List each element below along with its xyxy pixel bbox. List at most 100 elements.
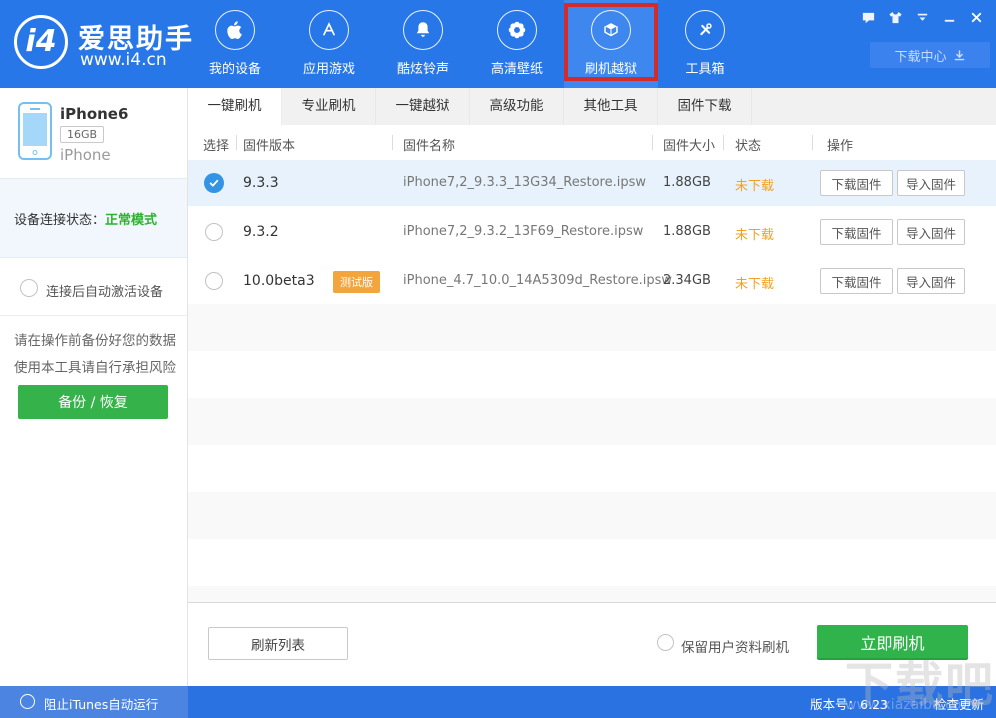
firmware-row[interactable]: 10.0beta3 测试版 iPhone_4.7_10.0_14A5309d_R…	[188, 258, 996, 304]
warning-line-1: 请在操作前备份好您的数据	[14, 333, 176, 349]
main-content: 一键刷机 专业刷机 一键越狱 高级功能 其他工具 固件下载 选择 固件版本 固件…	[188, 88, 996, 686]
nav-label: 应用游戏	[302, 62, 355, 77]
beta-badge: 测试版	[333, 271, 380, 293]
col-size: 固件大小	[663, 139, 716, 154]
iphone-device-icon	[18, 102, 52, 160]
table-footer: 刷新列表 保留用户资料刷机 立即刷机	[188, 603, 996, 686]
select-radio[interactable]	[205, 223, 223, 241]
flash-now-button[interactable]: 立即刷机	[817, 625, 968, 660]
firmware-status: 未下载	[735, 228, 775, 243]
import-firmware-button[interactable]: 导入固件	[897, 219, 965, 245]
keep-user-data-radio[interactable]	[657, 634, 674, 651]
nav-item-apps-games[interactable]: 应用游戏	[282, 0, 376, 88]
auto-activate-label: 连接后自动激活设备	[46, 285, 164, 300]
main-nav: 我的设备 应用游戏 酷炫铃声 高清壁纸 刷机越狱 工具箱	[188, 0, 752, 88]
collapse-menu-icon[interactable]	[912, 8, 932, 26]
import-firmware-button[interactable]: 导入固件	[897, 170, 965, 196]
auto-activate-radio[interactable]	[20, 279, 38, 297]
firmware-row[interactable]: 9.3.2 iPhone7,2_9.3.2_13F69_Restore.ipsw…	[188, 209, 996, 255]
firmware-version: 9.3.3	[243, 175, 279, 191]
check-icon	[209, 179, 219, 187]
firmware-version: 10.0beta3	[243, 273, 315, 289]
i4-logo-icon: i4	[14, 15, 68, 69]
firmware-filename: iPhone7,2_9.3.3_13G34_Restore.ipsw	[403, 175, 647, 190]
version-label: 版本号：6.23	[810, 697, 888, 712]
firmware-size: 2.34GB	[663, 273, 711, 288]
download-icon	[954, 49, 964, 60]
nav-item-toolbox[interactable]: 工具箱	[658, 0, 752, 88]
nav-item-wallpapers[interactable]: 高清壁纸	[470, 0, 564, 88]
wallpaper-icon	[497, 10, 537, 50]
tab-other-tools[interactable]: 其他工具	[564, 88, 658, 125]
flash-tabs: 一键刷机 专业刷机 一键越狱 高级功能 其他工具 固件下载	[188, 88, 996, 125]
select-radio[interactable]	[205, 272, 223, 290]
firmware-table-header: 选择 固件版本 固件名称 固件大小 状态 操作	[188, 125, 996, 160]
firmware-size: 1.88GB	[663, 224, 711, 239]
selected-radio-checked[interactable]	[204, 173, 224, 193]
auto-activate-option[interactable]: 连接后自动激活设备	[0, 259, 187, 316]
warning-line-2: 使用本工具请自行承担风险	[14, 360, 176, 376]
download-firmware-button[interactable]: 下载固件	[820, 268, 893, 294]
tab-pro-flash[interactable]: 专业刷机	[282, 88, 376, 125]
connection-status-section: 设备连接状态： 正常模式	[0, 178, 187, 258]
apple-icon	[215, 10, 255, 50]
backup-warning-text: 请在操作前备份好您的数据 使用本工具请自行承担风险	[14, 328, 176, 382]
import-firmware-button[interactable]: 导入固件	[897, 268, 965, 294]
col-select: 选择	[203, 139, 230, 154]
nav-label: 刷机越狱	[584, 62, 637, 77]
tab-one-key-jailbreak[interactable]: 一键越狱	[376, 88, 470, 125]
col-status: 状态	[735, 139, 762, 154]
nav-label: 酷炫铃声	[396, 62, 449, 77]
device-card: iPhone6 16GB iPhone	[0, 88, 187, 178]
appstore-icon	[309, 10, 349, 50]
app-window: i4 爱思助手 www.i4.cn 我的设备 应用游戏 酷炫铃声 高清壁纸 刷机…	[0, 0, 996, 718]
tab-firmware-download[interactable]: 固件下载	[658, 88, 752, 125]
download-center-button[interactable]: 下载中心	[870, 42, 990, 68]
check-update-link[interactable]: 检查更新	[934, 694, 984, 713]
device-type: iPhone	[60, 146, 111, 164]
firmware-status: 未下载	[735, 277, 775, 292]
nav-label: 我的设备	[208, 62, 261, 77]
connection-status-value: 正常模式	[105, 212, 158, 228]
bell-icon	[403, 10, 443, 50]
firmware-size: 1.88GB	[663, 175, 711, 190]
nav-item-my-device[interactable]: 我的设备	[188, 0, 282, 88]
window-controls	[858, 8, 986, 26]
feedback-icon[interactable]	[858, 8, 878, 26]
download-firmware-button[interactable]: 下载固件	[820, 219, 893, 245]
nav-label: 高清壁纸	[490, 62, 543, 77]
top-header-bar: i4 爱思助手 www.i4.cn 我的设备 应用游戏 酷炫铃声 高清壁纸 刷机…	[0, 0, 996, 88]
firmware-version: 9.3.2	[243, 224, 279, 240]
firmware-row[interactable]: 9.3.3 iPhone7,2_9.3.3_13G34_Restore.ipsw…	[188, 160, 996, 206]
minimize-icon[interactable]	[939, 8, 959, 26]
block-itunes-radio[interactable]	[20, 694, 35, 709]
status-bar: 阻止iTunes自动运行 版本号：6.23 检查更新	[0, 686, 996, 718]
firmware-status: 未下载	[735, 179, 775, 194]
block-itunes-label: 阻止iTunes自动运行	[44, 697, 159, 712]
connection-status-label: 设备连接状态：	[14, 212, 106, 228]
col-name: 固件名称	[403, 139, 456, 154]
brand-site-url: www.i4.cn	[80, 50, 167, 70]
nav-item-ringtones[interactable]: 酷炫铃声	[376, 0, 470, 88]
backup-restore-button[interactable]: 备份 / 恢复	[18, 385, 168, 419]
toolbox-icon	[685, 10, 725, 50]
refresh-list-button[interactable]: 刷新列表	[208, 627, 348, 660]
download-center-label: 下载中心	[894, 49, 947, 65]
empty-rows-area	[188, 304, 996, 603]
skin-theme-icon[interactable]	[885, 8, 905, 26]
firmware-filename: iPhone7,2_9.3.2_13F69_Restore.ipsw	[403, 224, 644, 239]
status-bar-right: 版本号：6.23 检查更新	[188, 686, 996, 718]
tab-one-key-flash[interactable]: 一键刷机	[188, 88, 282, 125]
device-capacity-badge: 16GB	[60, 126, 105, 143]
sidebar: iPhone6 16GB iPhone 设备连接状态： 正常模式 连接后自动激活…	[0, 88, 188, 686]
tab-advanced[interactable]: 高级功能	[470, 88, 564, 125]
nav-label: 工具箱	[685, 62, 725, 77]
nav-item-flash-jailbreak[interactable]: 刷机越狱	[564, 0, 658, 88]
col-actions: 操作	[827, 139, 854, 154]
col-version: 固件版本	[243, 139, 296, 154]
download-firmware-button[interactable]: 下载固件	[820, 170, 893, 196]
close-icon[interactable]	[966, 8, 986, 26]
firmware-filename: iPhone_4.7_10.0_14A5309d_Restore.ipsw	[403, 273, 673, 288]
device-name: iPhone6	[60, 105, 129, 123]
block-itunes-option[interactable]: 阻止iTunes自动运行	[0, 686, 188, 718]
